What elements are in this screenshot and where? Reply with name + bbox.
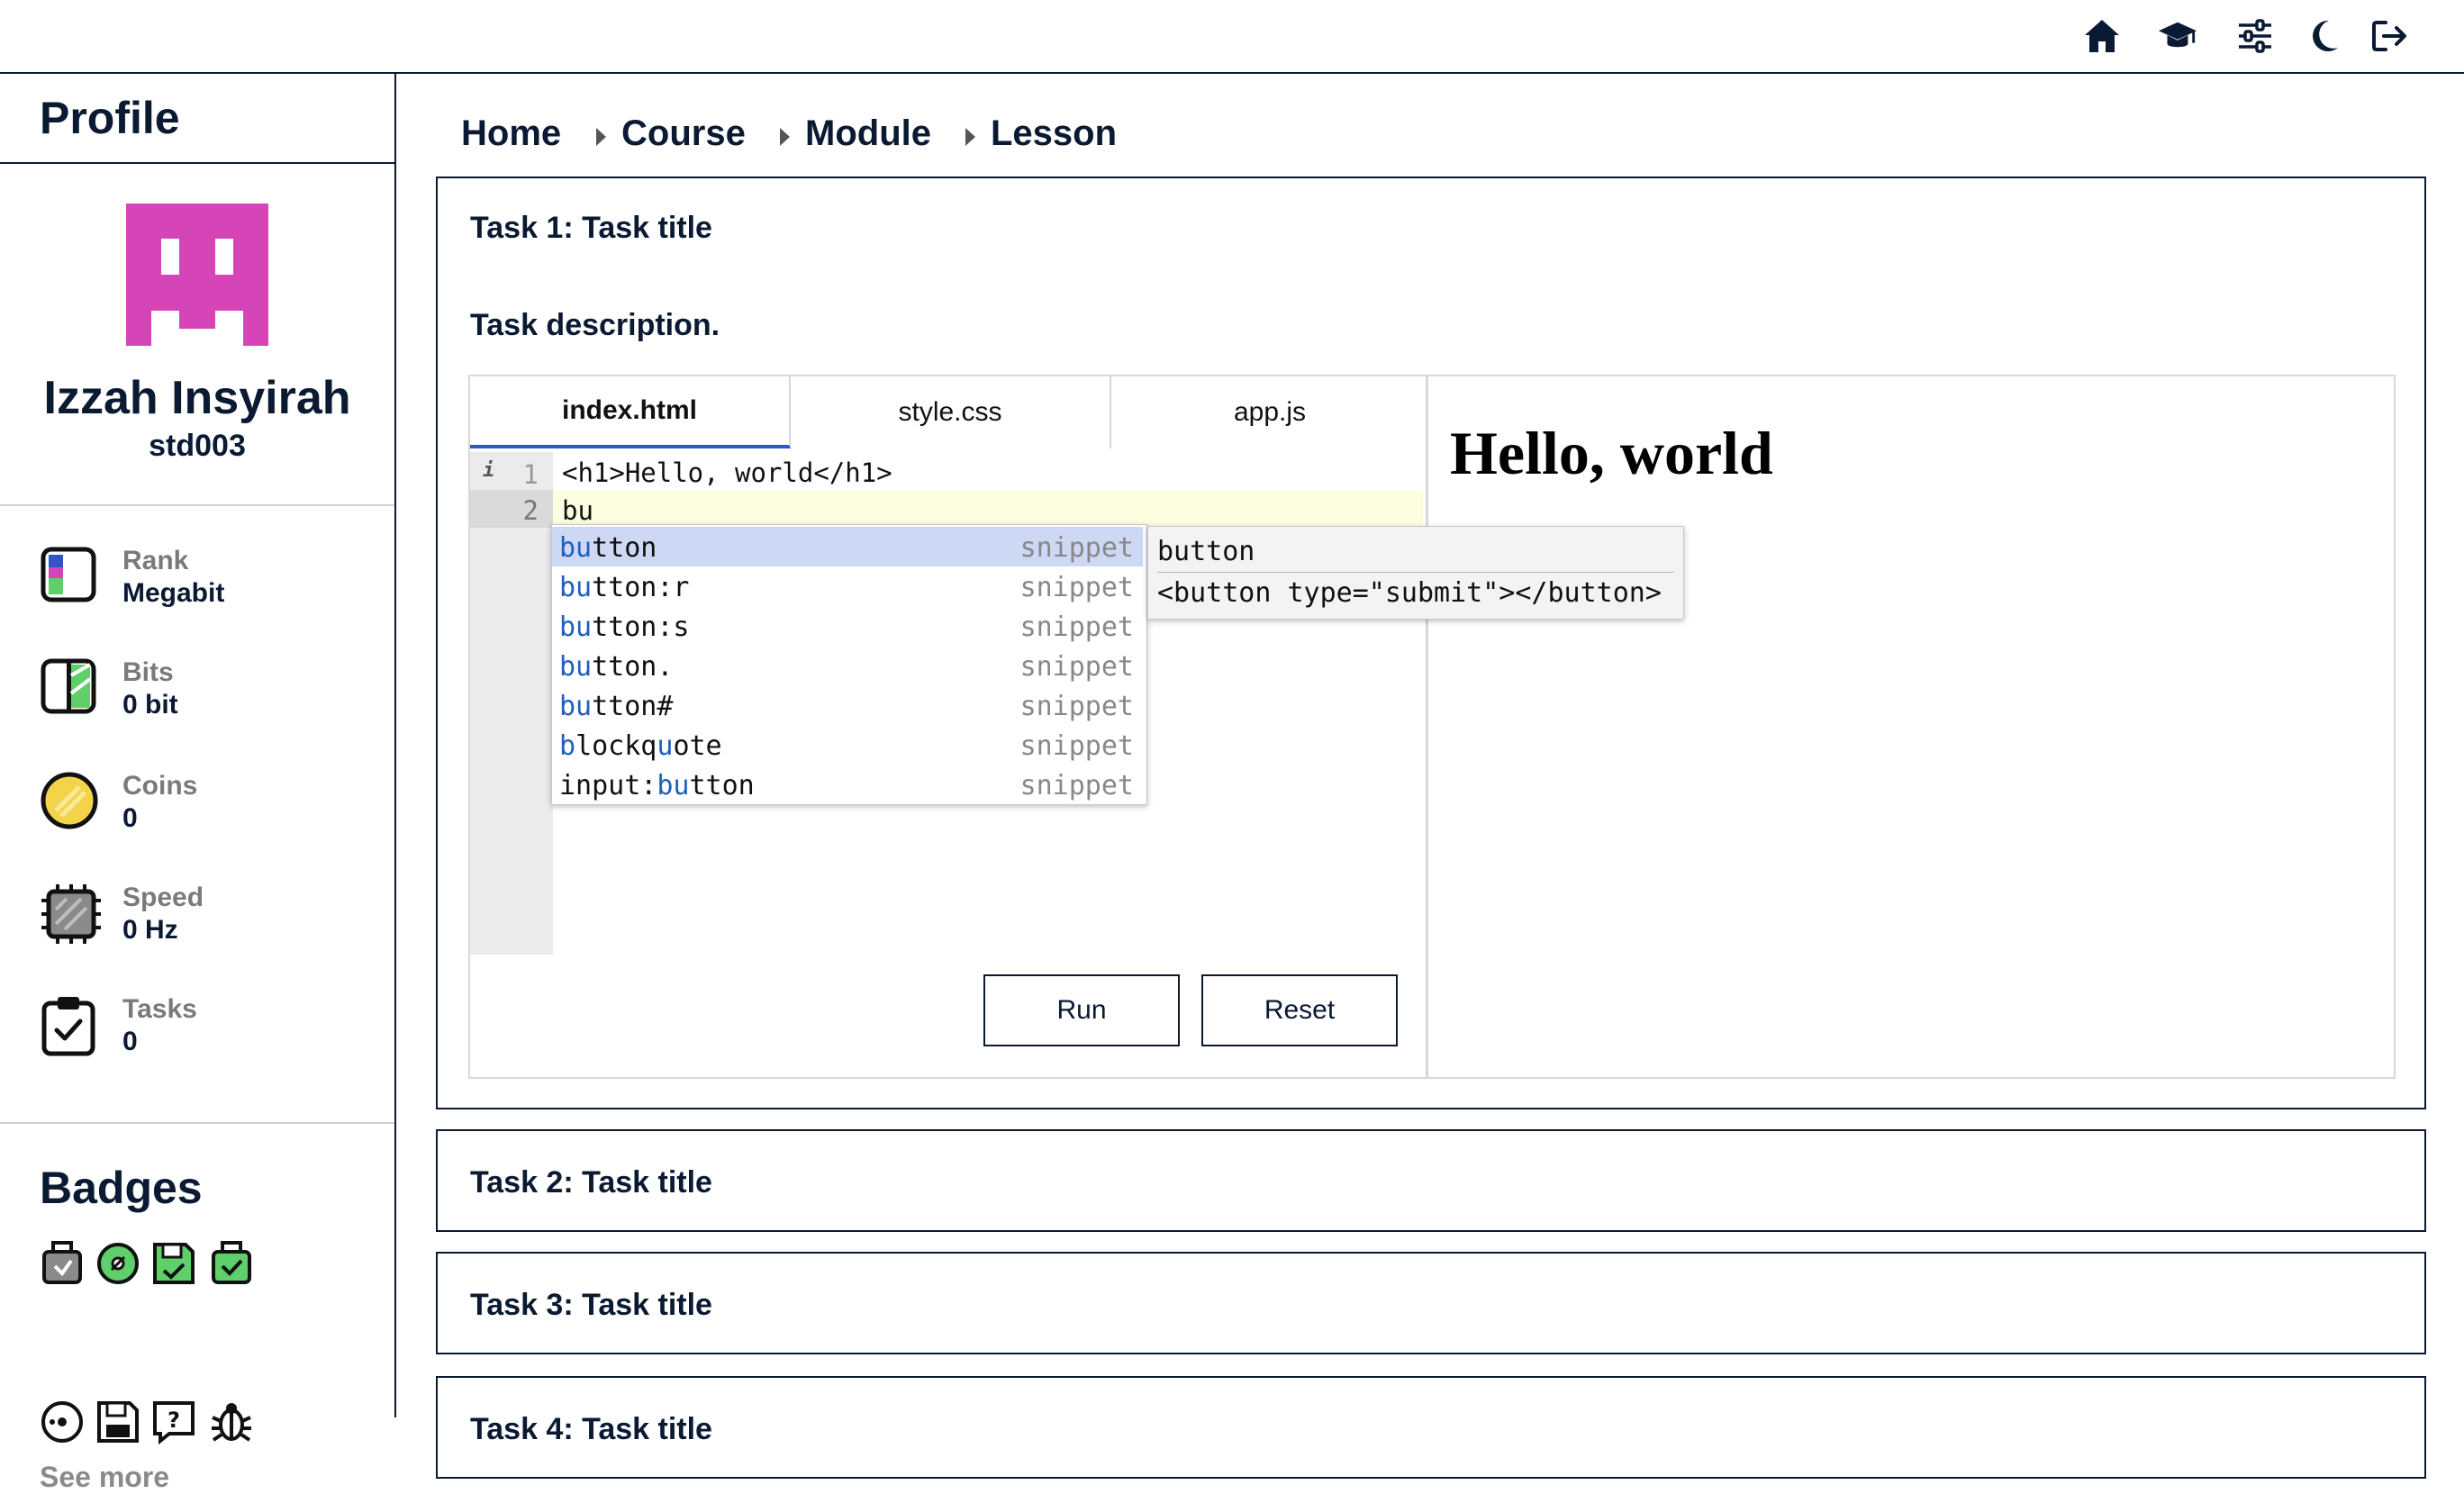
breadcrumb-home[interactable]: Home <box>461 113 561 154</box>
suggestion-label: button. <box>559 651 674 683</box>
moon-icon[interactable] <box>2304 16 2343 56</box>
suggestion-label: button <box>559 532 657 564</box>
chevron-right-icon <box>780 128 790 146</box>
rank-icon <box>40 546 103 609</box>
autocomplete-item[interactable]: input:button snippet <box>552 765 1143 804</box>
suggestion-kind: snippet <box>1019 611 1134 643</box>
suggestion-label: button# <box>559 691 674 722</box>
graduation-cap-icon[interactable] <box>2158 16 2197 56</box>
task-title[interactable]: Task 2: Task title <box>470 1165 712 1200</box>
svg-text:?: ? <box>168 1408 180 1433</box>
task-panel-4[interactable]: Task 4: Task title <box>436 1376 2426 1479</box>
stat-label: Coins <box>122 771 198 801</box>
badges-heading: Badges <box>40 1163 203 1213</box>
line-number: 2 <box>522 495 539 526</box>
divider <box>0 1122 394 1124</box>
tooltip-title: button <box>1157 536 1255 567</box>
logout-icon[interactable] <box>2370 16 2410 56</box>
task-title[interactable]: Task 3: Task title <box>470 1288 712 1323</box>
tab-app-js[interactable]: app.js <box>1111 376 1428 448</box>
floppy-badge-icon[interactable] <box>151 1241 196 1286</box>
stat-speed: Speed 0 Hz <box>40 872 382 953</box>
autocomplete-item[interactable]: blockquote snippet <box>552 725 1143 765</box>
task-description: Task description. <box>470 308 720 342</box>
autocomplete-item[interactable]: button# snippet <box>552 685 1143 725</box>
stat-value: 0 bit <box>122 690 178 720</box>
floppy-locked-badge-icon[interactable] <box>95 1399 140 1444</box>
clipboard-check-icon <box>40 994 103 1057</box>
suggestion-kind: snippet <box>1019 770 1134 801</box>
stat-bits: Bits 0 bit <box>40 647 382 728</box>
active-line-highlight <box>553 490 1423 528</box>
stat-label: Bits <box>122 657 174 687</box>
code-line[interactable]: <h1>Hello, world</h1> <box>562 457 892 488</box>
breadcrumb-lesson[interactable]: Lesson <box>991 113 1117 154</box>
profile-heading: Profile <box>40 93 180 143</box>
profile-sidebar: Profile Izzah Insyirah std003 Rank Megab… <box>0 74 396 1493</box>
stat-rank: Rank Megabit <box>40 535 382 616</box>
stat-value: Megabit <box>122 578 225 608</box>
suggestion-label: blockquote <box>559 730 722 762</box>
user-name: Izzah Insyirah <box>43 372 351 424</box>
user-id: std003 <box>149 429 246 463</box>
task-panel-3[interactable]: Task 3: Task title <box>436 1252 2426 1354</box>
suggestion-label: input:button <box>559 770 755 801</box>
disc-locked-badge-icon[interactable] <box>40 1399 85 1444</box>
stat-label: Tasks <box>122 994 197 1024</box>
autocomplete-dropdown: button snippet button:r snippet button:s snip… <box>551 524 1147 805</box>
breadcrumb-module[interactable]: Module <box>805 113 931 154</box>
tab-index-html[interactable]: index.html <box>470 376 791 448</box>
stat-value: 0 Hz <box>122 915 178 945</box>
stat-tasks: Tasks 0 <box>40 983 382 1064</box>
autocomplete-tooltip: button <button type="submit"></button> <box>1147 526 1684 620</box>
usb-check-badge-icon[interactable] <box>209 1241 254 1286</box>
bits-icon <box>40 657 103 720</box>
bug-badge-icon[interactable] <box>209 1399 254 1444</box>
divider <box>1157 572 1674 573</box>
code-line[interactable]: bu <box>562 495 593 526</box>
usb-badge-icon[interactable] <box>40 1241 85 1286</box>
stat-label: Rank <box>122 546 189 575</box>
home-icon[interactable] <box>2082 16 2122 56</box>
suggestion-label: button:s <box>559 611 690 643</box>
info-icon: i <box>483 459 495 482</box>
divider <box>0 162 394 164</box>
autocomplete-item[interactable]: button:s snippet <box>552 606 1143 646</box>
question-badge-icon[interactable]: ? <box>151 1399 196 1445</box>
disc-badge-icon[interactable] <box>95 1241 140 1286</box>
run-button[interactable]: Run <box>983 974 1180 1046</box>
stat-label: Speed <box>122 883 204 912</box>
top-navbar <box>0 0 2464 74</box>
cpu-chip-icon <box>40 883 103 946</box>
suggestion-kind: snippet <box>1019 691 1134 722</box>
avatar <box>126 204 268 346</box>
tab-style-css[interactable]: style.css <box>791 376 1111 448</box>
suggestion-kind: snippet <box>1019 651 1134 683</box>
autocomplete-item[interactable]: button. snippet <box>552 646 1143 685</box>
suggestion-label: button:r <box>559 572 690 603</box>
tooltip-body: <button type="submit"></button> <box>1157 577 1662 609</box>
autocomplete-item[interactable]: button:r snippet <box>552 566 1143 606</box>
suggestion-kind: snippet <box>1019 572 1134 603</box>
reset-button[interactable]: Reset <box>1201 974 1398 1046</box>
suggestion-kind: snippet <box>1019 730 1134 762</box>
stat-value: 0 <box>122 803 138 833</box>
chevron-right-icon <box>596 128 606 146</box>
task-title[interactable]: Task 1: Task title <box>470 211 712 246</box>
chevron-right-icon <box>965 128 975 146</box>
stat-value: 0 <box>122 1027 138 1056</box>
divider <box>0 504 394 506</box>
preview-heading: Hello, world <box>1450 419 1773 487</box>
see-more-link[interactable]: See more <box>40 1461 169 1494</box>
task-panel-2[interactable]: Task 2: Task title <box>436 1129 2426 1232</box>
suggestion-kind: snippet <box>1019 532 1134 564</box>
breadcrumb-course[interactable]: Course <box>621 113 746 154</box>
autocomplete-item[interactable]: button snippet <box>552 527 1143 566</box>
stat-coins: Coins 0 <box>40 760 382 841</box>
line-number: 1 <box>522 459 539 490</box>
sliders-icon[interactable] <box>2235 16 2275 56</box>
coin-icon <box>40 771 103 834</box>
